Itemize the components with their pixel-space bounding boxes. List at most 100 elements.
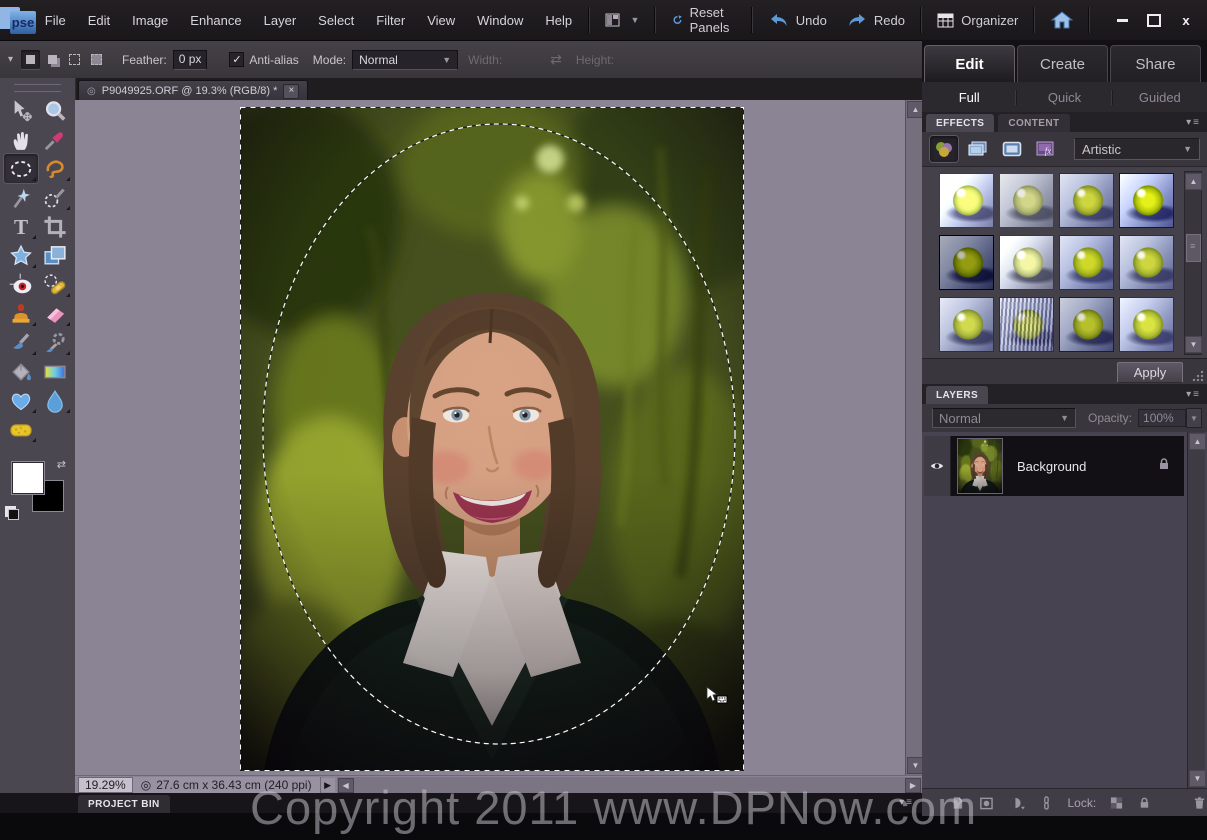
- tab-create[interactable]: Create: [1017, 45, 1108, 82]
- redo-button[interactable]: Redo: [837, 7, 915, 33]
- project-bin-tab[interactable]: PROJECT BIN: [78, 795, 170, 813]
- tool-selection-brush[interactable]: [38, 183, 72, 212]
- scrollbar-thumb[interactable]: [1186, 234, 1201, 262]
- menu-image[interactable]: Image: [121, 7, 179, 34]
- tool-elliptical-marquee[interactable]: [4, 154, 38, 183]
- vertical-scrollbar[interactable]: ▲ ▼: [905, 100, 923, 775]
- artistic-preview-12[interactable]: [1119, 297, 1174, 352]
- intersect-selection-mode-button[interactable]: [87, 50, 106, 69]
- edit-mode-full[interactable]: Full: [922, 90, 1016, 105]
- layers-tab[interactable]: LAYERS: [926, 386, 988, 404]
- tool-spot-healing-brush[interactable]: [38, 270, 72, 299]
- tool-recompose[interactable]: [38, 241, 72, 270]
- maximize-button[interactable]: [1141, 10, 1167, 30]
- mode-dropdown[interactable]: Normal ▼: [352, 50, 458, 70]
- swap-colors-icon[interactable]: ⇄: [57, 458, 66, 471]
- tool-type[interactable]: T: [4, 212, 38, 241]
- lock-all-icon[interactable]: [1137, 795, 1152, 811]
- artistic-preview-2[interactable]: [999, 173, 1054, 228]
- options-collapse-icon[interactable]: ▾: [8, 54, 13, 65]
- tool-smart-brush[interactable]: [38, 328, 72, 357]
- minimize-button[interactable]: [1109, 10, 1135, 30]
- opacity-value-field[interactable]: 100%: [1138, 409, 1186, 427]
- layer-mask-icon[interactable]: [979, 795, 994, 811]
- zoom-level-field[interactable]: 19.29%: [78, 777, 133, 793]
- menu-select[interactable]: Select: [307, 7, 365, 34]
- welcome-home-button[interactable]: [1041, 6, 1083, 34]
- adjustment-layer-icon[interactable]: [1008, 795, 1025, 811]
- edit-mode-quick[interactable]: Quick: [1016, 90, 1111, 105]
- tool-brush[interactable]: [4, 328, 38, 357]
- document-tab[interactable]: ◎ P9049925.ORF @ 19.3% (RGB/8) * ×: [78, 80, 308, 101]
- artistic-preview-9[interactable]: [939, 297, 994, 352]
- tool-move[interactable]: [4, 96, 38, 125]
- visibility-eye-icon[interactable]: [928, 459, 946, 473]
- artistic-preview-4[interactable]: [1119, 173, 1174, 228]
- effects-panel-menu-icon[interactable]: ▾≡: [1186, 117, 1199, 128]
- layers-scrollbar[interactable]: ▲ ▼: [1187, 432, 1205, 788]
- tab-edit[interactable]: Edit: [924, 45, 1015, 82]
- artistic-preview-11[interactable]: [1059, 297, 1114, 352]
- artistic-preview-8[interactable]: [1119, 235, 1174, 290]
- lock-transparency-icon[interactable]: [1110, 796, 1123, 810]
- tool-eyedropper[interactable]: [38, 125, 72, 154]
- tool-red-eye-removal[interactable]: [4, 270, 38, 299]
- panel-resize-grip[interactable]: [1192, 370, 1204, 382]
- arrange-documents-button[interactable]: ▼: [595, 8, 649, 33]
- tool-eraser[interactable]: [38, 299, 72, 328]
- foreground-color-swatch[interactable]: [12, 462, 44, 494]
- photo-effects-category-button[interactable]: [998, 136, 1026, 162]
- apply-button[interactable]: Apply: [1117, 362, 1183, 383]
- tool-sponge[interactable]: [4, 415, 38, 444]
- tool-blur[interactable]: [38, 386, 72, 415]
- menu-file[interactable]: File: [34, 7, 77, 34]
- scroll-down-icon[interactable]: ▼: [1185, 336, 1202, 353]
- tool-cookie-cutter[interactable]: [4, 241, 38, 270]
- menu-filter[interactable]: Filter: [365, 7, 416, 34]
- close-button[interactable]: x: [1173, 10, 1199, 30]
- layer-name[interactable]: Background: [1017, 459, 1156, 474]
- layers-panel-menu-icon[interactable]: ▾≡: [1186, 389, 1199, 400]
- artistic-preview-10[interactable]: [999, 297, 1054, 352]
- layer-row[interactable]: Background: [924, 436, 1184, 496]
- link-layers-icon[interactable]: [1039, 795, 1054, 811]
- add-to-selection-mode-button[interactable]: [43, 50, 62, 69]
- opacity-dropdown-icon[interactable]: ▼: [1186, 408, 1202, 428]
- feather-input[interactable]: 0 px: [173, 50, 208, 70]
- tool-custom-shape[interactable]: [4, 386, 38, 415]
- tool-zoom[interactable]: [38, 96, 72, 125]
- tab-share[interactable]: Share: [1110, 45, 1201, 82]
- artistic-preview-1[interactable]: [939, 173, 994, 228]
- blend-mode-dropdown[interactable]: Normal ▼: [932, 408, 1076, 428]
- organizer-button[interactable]: Organizer: [927, 8, 1028, 33]
- layer-thumbnail[interactable]: [957, 438, 1003, 494]
- scroll-up-icon[interactable]: ▲: [1185, 173, 1202, 190]
- menu-enhance[interactable]: Enhance: [179, 7, 252, 34]
- delete-layer-icon[interactable]: [1192, 795, 1207, 811]
- tool-gradient[interactable]: [38, 357, 72, 386]
- filters-category-button[interactable]: [930, 136, 958, 162]
- new-selection-mode-button[interactable]: [21, 50, 40, 69]
- menu-layer[interactable]: Layer: [253, 7, 308, 34]
- default-colors-icon[interactable]: [8, 509, 19, 520]
- menu-edit[interactable]: Edit: [77, 7, 121, 34]
- effects-category-dropdown[interactable]: Artistic ▼: [1074, 138, 1200, 160]
- panel-tab-effects[interactable]: EFFECTS: [926, 114, 994, 132]
- artistic-preview-3[interactable]: [1059, 173, 1114, 228]
- artistic-preview-5[interactable]: [939, 235, 994, 290]
- reset-panels-button[interactable]: Reset Panels: [662, 0, 747, 40]
- tool-clone-stamp[interactable]: [4, 299, 38, 328]
- edit-mode-guided[interactable]: Guided: [1112, 90, 1207, 105]
- subtract-from-selection-mode-button[interactable]: [65, 50, 84, 69]
- menu-window[interactable]: Window: [466, 7, 534, 34]
- menu-help[interactable]: Help: [534, 7, 583, 34]
- scroll-up-icon[interactable]: ▲: [1189, 433, 1206, 450]
- tool-magic-wand[interactable]: [4, 183, 38, 212]
- artistic-preview-6[interactable]: [999, 235, 1054, 290]
- scroll-down-icon[interactable]: ▼: [1189, 770, 1206, 787]
- tool-crop[interactable]: [38, 212, 72, 241]
- antialias-checkbox[interactable]: ✓: [229, 52, 244, 67]
- tab-close-icon[interactable]: ×: [283, 84, 299, 99]
- tool-hand[interactable]: [4, 125, 38, 154]
- layer-styles-category-button[interactable]: [964, 136, 992, 162]
